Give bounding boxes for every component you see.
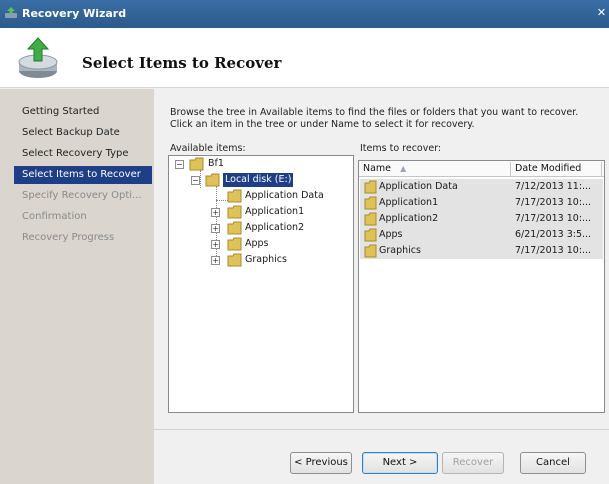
expand-icon[interactable]: + — [211, 240, 220, 249]
nav-step-recovery-options: Specify Recovery Opti... — [22, 190, 142, 201]
button-area-divider — [154, 429, 609, 430]
nav-step-getting-started[interactable]: Getting Started — [14, 103, 152, 121]
main-content: Browse the tree in Available items to fi… — [154, 89, 609, 484]
tree-node-root-label: Bf1 — [208, 158, 224, 169]
list-row[interactable]: Graphics 7/17/2013 10:... — [360, 243, 603, 259]
tree-node-label: Application Data — [245, 190, 324, 201]
folder-icon — [227, 205, 242, 219]
instructions-text: Browse the tree in Available items to fi… — [170, 107, 579, 130]
cancel-button[interactable]: Cancel — [520, 452, 586, 474]
folder-icon — [364, 180, 377, 194]
recover-button: Recover — [442, 452, 504, 474]
title-bar: Recovery Wizard ✕ — [0, 0, 609, 28]
previous-button[interactable]: < Previous — [290, 452, 352, 474]
list-row[interactable]: Application2 7/17/2013 10:... — [360, 211, 603, 227]
expand-icon[interactable]: + — [211, 256, 220, 265]
column-name-label: Name — [363, 163, 392, 174]
expand-icon[interactable]: + — [211, 224, 220, 233]
list-row-name: Application1 — [379, 197, 439, 208]
list-row[interactable]: Application1 7/17/2013 10:... — [360, 195, 603, 211]
tree-node-local-disk-label: Local disk (E:) — [223, 173, 294, 187]
next-button[interactable]: Next > — [362, 452, 438, 474]
expand-icon[interactable]: + — [211, 208, 220, 217]
items-to-recover-list[interactable]: Name ▲ Date Modified Application Data 7/… — [358, 160, 605, 413]
list-row-date: 6/21/2013 3:5... — [515, 229, 592, 240]
folder-icon — [227, 189, 242, 203]
folder-icon — [364, 212, 377, 226]
collapse-icon[interactable]: − — [191, 176, 200, 185]
folder-icon — [227, 253, 242, 267]
items-to-recover-label: Items to recover: — [360, 143, 442, 154]
tree-node-label: Apps — [245, 238, 269, 249]
available-items-label: Available items: — [170, 143, 246, 154]
list-row-name: Apps — [379, 229, 403, 240]
collapse-icon[interactable]: − — [175, 160, 184, 169]
window-title: Recovery Wizard — [22, 7, 127, 20]
wizard-steps-nav: Getting Started Select Backup Date Selec… — [0, 89, 154, 484]
list-row-date: 7/17/2013 10:... — [515, 245, 592, 256]
folder-icon — [364, 196, 377, 210]
wizard-header: Select Items to Recover — [0, 28, 609, 88]
recovery-wizard-window: Recovery Wizard ✕ Select Items to Recove… — [0, 0, 609, 484]
list-header: Name ▲ Date Modified — [359, 161, 604, 177]
list-row-date: 7/17/2013 10:... — [515, 197, 592, 208]
tree-node-label: Graphics — [245, 254, 287, 265]
page-title: Select Items to Recover — [82, 54, 282, 72]
list-row[interactable]: Application Data 7/12/2013 11:... — [360, 179, 603, 195]
nav-step-select-items[interactable]: Select Items to Recover — [14, 166, 152, 184]
folder-icon — [205, 173, 220, 187]
sort-ascending-icon: ▲ — [400, 164, 407, 173]
list-row-date: 7/12/2013 11:... — [515, 181, 592, 192]
column-name-header[interactable]: Name ▲ — [359, 161, 509, 177]
recovery-icon — [18, 37, 58, 78]
folder-icon — [364, 228, 377, 242]
folder-icon — [364, 244, 377, 258]
folder-icon — [189, 157, 204, 171]
tree-node-label: Application2 — [245, 222, 305, 233]
tree-node-label: Application1 — [245, 206, 305, 217]
list-row-date: 7/17/2013 10:... — [515, 213, 592, 224]
nav-step-select-backup-date[interactable]: Select Backup Date — [14, 124, 152, 142]
list-row-name: Application2 — [379, 213, 439, 224]
list-row[interactable]: Apps 6/21/2013 3:5... — [360, 227, 603, 243]
list-row-name: Application Data — [379, 181, 458, 192]
nav-step-confirmation: Confirmation — [22, 211, 87, 222]
available-items-tree[interactable]: − Bf1 − Local disk (E:) Application Data… — [168, 155, 354, 413]
folder-icon — [227, 237, 242, 251]
column-date-header[interactable]: Date Modified — [511, 161, 601, 177]
app-icon — [5, 7, 17, 18]
list-row-name: Graphics — [379, 245, 421, 256]
close-icon[interactable]: ✕ — [594, 5, 609, 21]
folder-icon — [227, 221, 242, 235]
nav-step-recovery-progress: Recovery Progress — [22, 232, 115, 243]
nav-step-select-recovery-type[interactable]: Select Recovery Type — [14, 145, 152, 163]
